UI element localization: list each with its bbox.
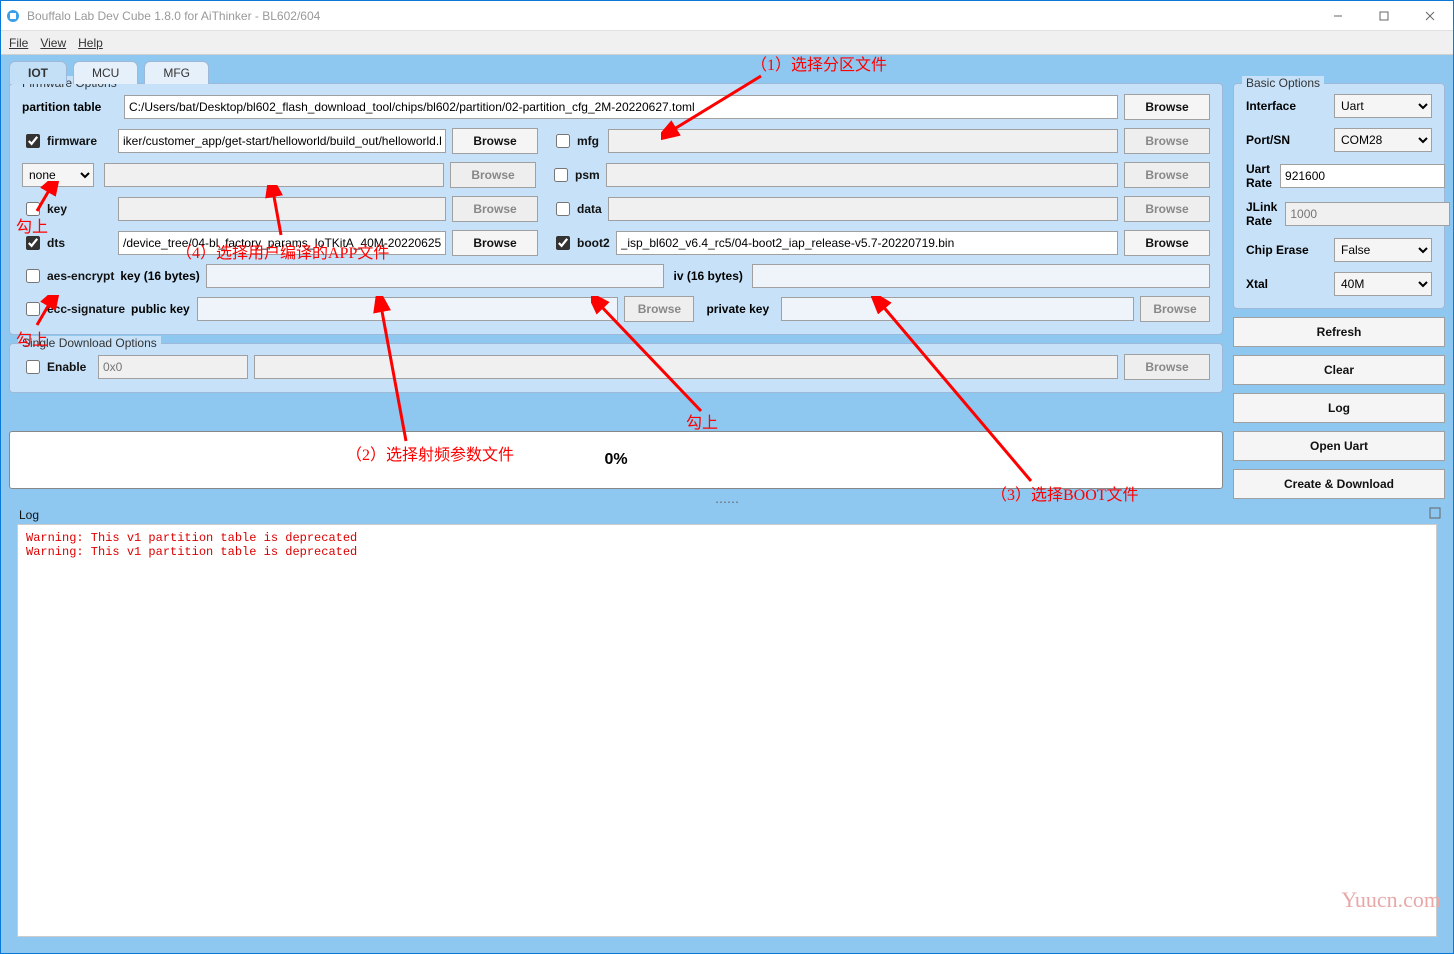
psm-label: psm [575, 168, 600, 182]
dts-label: dts [47, 236, 65, 250]
psm-input[interactable] [606, 163, 1118, 187]
port-select[interactable]: COM28 [1334, 128, 1432, 152]
firmware-label: firmware [47, 134, 97, 148]
mfg-label: mfg [577, 134, 599, 148]
menu-view[interactable]: View [40, 36, 66, 50]
firmware-input[interactable] [118, 129, 446, 153]
privkey-input[interactable] [781, 297, 1134, 321]
menubar: File View Help [1, 31, 1453, 55]
xtal-select[interactable]: 40M [1334, 272, 1432, 296]
maximize-button[interactable] [1361, 1, 1407, 31]
enable-label: Enable [47, 360, 86, 374]
psm-checkbox[interactable] [554, 168, 568, 182]
expand-icon[interactable] [1429, 507, 1441, 522]
key16-label: key (16 bytes) [120, 269, 200, 283]
boot2-input[interactable] [616, 231, 1118, 255]
aes-checkbox[interactable] [26, 269, 40, 283]
iv16-label: iv (16 bytes) [670, 269, 746, 283]
log-label-text: Log [19, 508, 39, 522]
interface-label: Interface [1246, 99, 1326, 113]
uart-label: Uart Rate [1246, 162, 1272, 190]
port-label: Port/SN [1246, 133, 1326, 147]
app-icon [5, 8, 21, 24]
tab-mfg[interactable]: MFG [144, 61, 209, 84]
tab-iot[interactable]: IOT [9, 61, 67, 84]
privkey-browse-button[interactable]: Browse [1140, 296, 1210, 322]
tabs: IOT MCU MFG [9, 61, 1445, 84]
log-section-label: Log [9, 505, 1445, 524]
key-checkbox[interactable] [26, 202, 40, 216]
mfg-browse-button[interactable]: Browse [1124, 128, 1210, 154]
refresh-button[interactable]: Refresh [1233, 317, 1445, 347]
psm-browse-button[interactable]: Browse [1124, 162, 1210, 188]
jlink-input[interactable] [1285, 202, 1450, 226]
mfg-input[interactable] [608, 129, 1118, 153]
key-input[interactable] [118, 197, 446, 221]
dts-browse-button[interactable]: Browse [452, 230, 538, 256]
tab-mcu[interactable]: MCU [73, 61, 138, 84]
key16-input[interactable] [206, 264, 664, 288]
data-input[interactable] [608, 197, 1118, 221]
none-select[interactable]: none [22, 163, 94, 187]
single-browse-button[interactable]: Browse [1124, 354, 1210, 380]
none-input[interactable] [104, 163, 444, 187]
data-browse-button[interactable]: Browse [1124, 196, 1210, 222]
partition-input[interactable] [124, 95, 1118, 119]
xtal-label: Xtal [1246, 277, 1326, 291]
window-title: Bouffalo Lab Dev Cube 1.8.0 for AiThinke… [27, 9, 1449, 23]
interface-select[interactable]: Uart [1334, 94, 1432, 118]
partition-browse-button[interactable]: Browse [1124, 94, 1210, 120]
single-file-input[interactable] [254, 355, 1118, 379]
chip-select[interactable]: False [1334, 238, 1432, 262]
dts-checkbox[interactable] [26, 236, 40, 250]
single-group-title: Single Download Options [18, 336, 161, 350]
ecc-label: ecc-signature [47, 302, 125, 316]
window-controls [1315, 1, 1453, 31]
firmware-options-group: Firmware Options partition table Browse … [9, 83, 1223, 335]
data-label: data [577, 202, 602, 216]
enable-checkbox[interactable] [26, 360, 40, 374]
mfg-checkbox[interactable] [556, 134, 570, 148]
pubkey-label: public key [131, 302, 191, 316]
single-download-group: Single Download Options Enable Browse [9, 343, 1223, 393]
boot2-label: boot2 [577, 236, 610, 250]
dts-input[interactable] [118, 231, 446, 255]
basic-options-group: Basic Options InterfaceUart Port/SNCOM28… [1233, 83, 1445, 309]
titlebar: Bouffalo Lab Dev Cube 1.8.0 for AiThinke… [1, 1, 1453, 31]
create-download-button[interactable]: Create & Download [1233, 469, 1445, 499]
boot2-browse-button[interactable]: Browse [1124, 230, 1210, 256]
menu-help[interactable]: Help [78, 36, 103, 50]
addr-input[interactable] [98, 355, 248, 379]
progress-bar: 0% [9, 431, 1223, 489]
data-checkbox[interactable] [556, 202, 570, 216]
jlink-label: JLink Rate [1246, 200, 1277, 228]
body: IOT MCU MFG Firmware Options partition t… [1, 55, 1453, 953]
chip-label: Chip Erase [1246, 243, 1326, 257]
aes-label: aes-encrypt [47, 269, 114, 283]
none-browse-button[interactable]: Browse [450, 162, 536, 188]
firmware-checkbox[interactable] [26, 134, 40, 148]
clear-button[interactable]: Clear [1233, 355, 1445, 385]
openuart-button[interactable]: Open Uart [1233, 431, 1445, 461]
boot2-checkbox[interactable] [556, 236, 570, 250]
firmware-browse-button[interactable]: Browse [452, 128, 538, 154]
uart-input[interactable] [1280, 164, 1445, 188]
minimize-button[interactable] [1315, 1, 1361, 31]
key-browse-button[interactable]: Browse [452, 196, 538, 222]
main-window: Bouffalo Lab Dev Cube 1.8.0 for AiThinke… [0, 0, 1454, 954]
close-button[interactable] [1407, 1, 1453, 31]
menu-file[interactable]: File [9, 36, 28, 50]
pubkey-input[interactable] [197, 297, 618, 321]
iv16-input[interactable] [752, 264, 1210, 288]
log-button[interactable]: Log [1233, 393, 1445, 423]
privkey-label: private key [706, 302, 769, 316]
key-label: key [47, 202, 67, 216]
pubkey-browse-button[interactable]: Browse [624, 296, 694, 322]
ecc-checkbox[interactable] [26, 302, 40, 316]
partition-label: partition table [22, 100, 118, 114]
log-output[interactable]: Warning: This v1 partition table is depr… [17, 524, 1437, 937]
